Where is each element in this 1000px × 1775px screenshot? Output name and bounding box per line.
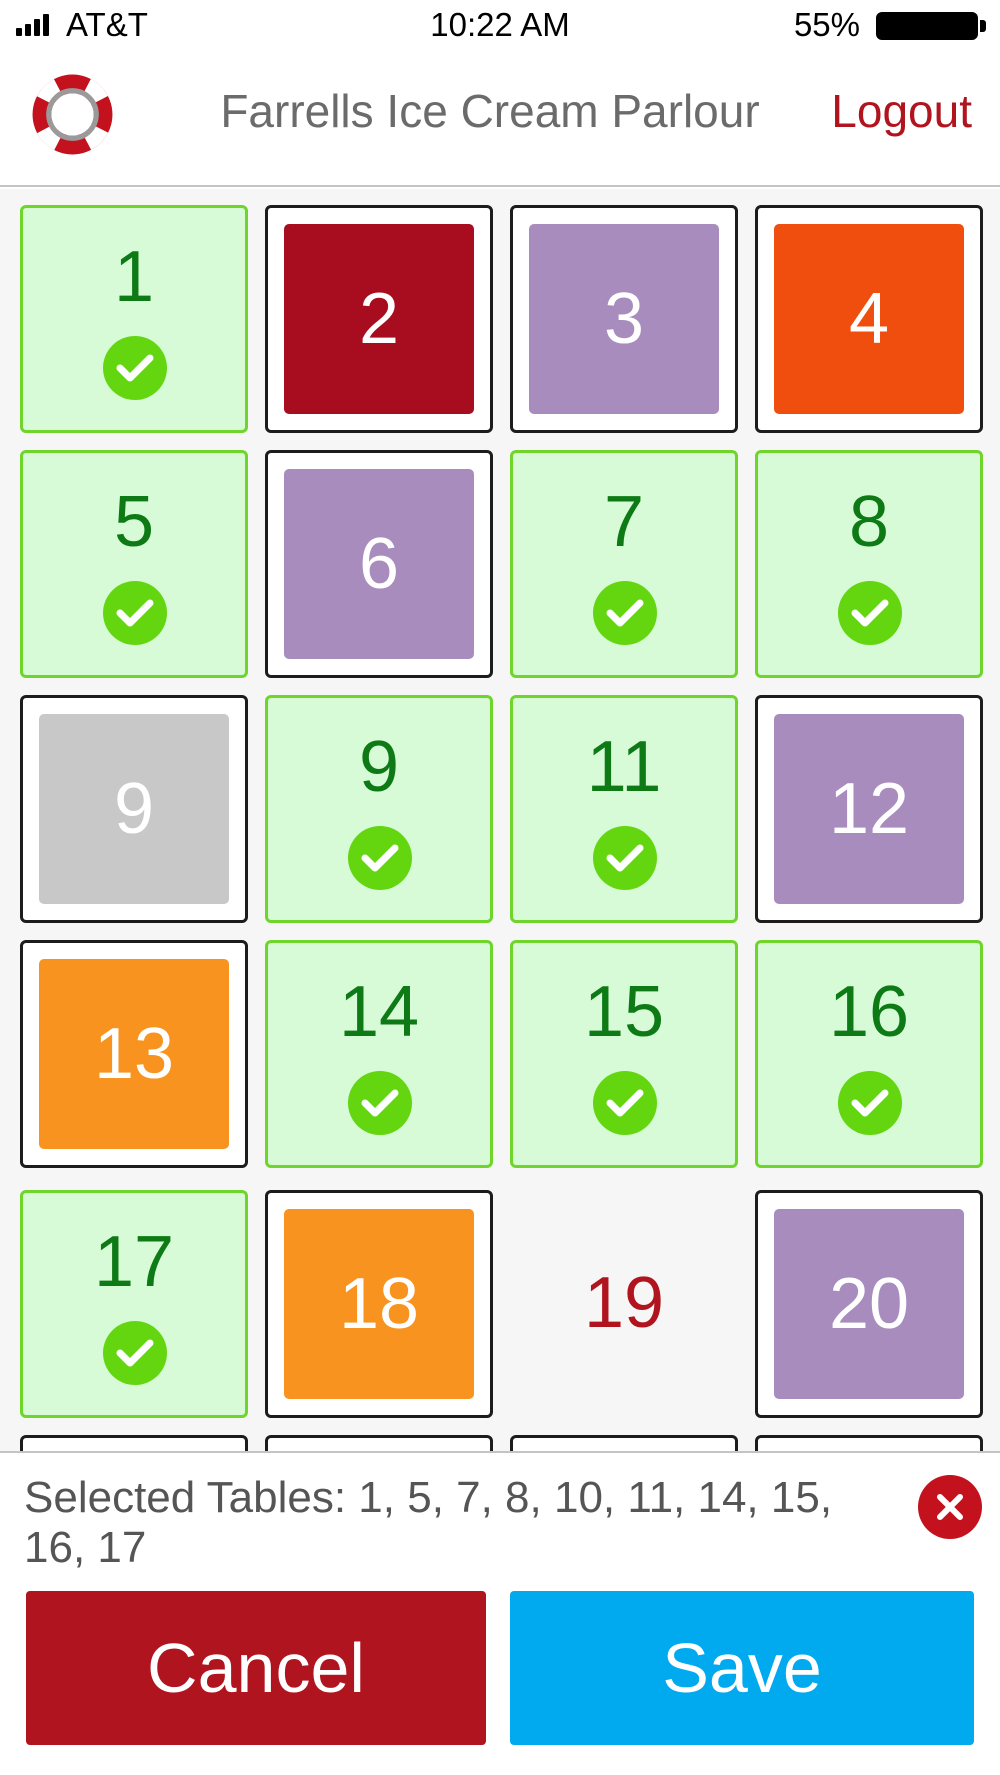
table-number: 1 [113,237,155,317]
checkmark-icon [593,581,657,645]
table-number: 2 [284,224,474,414]
table-tile[interactable]: 6 [265,450,493,678]
table-number: 7 [603,482,645,562]
table-number: 8 [848,482,890,562]
table-number: 6 [284,469,474,659]
table-tile[interactable]: 14 [265,940,493,1168]
table-tile[interactable]: 16 [755,940,983,1168]
checkmark-icon [348,826,412,890]
checkmark-icon [103,581,167,645]
checkmark-icon [593,826,657,890]
table-number: 9 [39,714,229,904]
table-tile-partial[interactable] [265,1435,493,1451]
table-tile[interactable]: 8 [755,450,983,678]
table-tile[interactable]: 20 [755,1190,983,1418]
table-number: 4 [774,224,964,414]
table-tile[interactable]: 7 [510,450,738,678]
table-tile[interactable]: 13 [20,940,248,1168]
checkmark-icon [103,336,167,400]
table-number: 19 [583,1263,665,1343]
selected-tables-summary: Selected Tables: 1, 5, 7, 8, 10, 11, 14,… [24,1473,833,1572]
table-tile[interactable]: 17 [20,1190,248,1418]
table-number: 14 [338,972,420,1052]
table-tile[interactable]: 9 [265,695,493,923]
battery-percent: 55% [793,6,860,43]
lifebuoy-icon [32,74,113,155]
table-tile-partial[interactable] [510,1435,738,1451]
table-number: 15 [583,972,665,1052]
page-title: Farrells Ice Cream Parlour [220,85,760,137]
table-tile[interactable]: 1 [20,205,248,433]
table-tile[interactable]: 11 [510,695,738,923]
table-number: 17 [93,1222,175,1302]
table-tile[interactable]: 2 [265,205,493,433]
app-header: Farrells Ice Cream Parlour Logout [0,52,1000,187]
table-number: 5 [113,482,155,562]
table-grid: 1 2 3 4 5 6 7 8 9 9 11 12 13 14 15 16 17 18 19 20 [0,189,1000,1451]
save-button[interactable]: Save [510,1591,974,1745]
checkmark-icon [838,581,902,645]
table-tile[interactable]: 15 [510,940,738,1168]
table-number: 20 [774,1209,964,1399]
table-tile[interactable]: 9 [20,695,248,923]
close-circle-icon [937,1494,963,1520]
table-tile[interactable]: 5 [20,450,248,678]
table-number: 11 [586,727,662,807]
table-tile[interactable]: 3 [510,205,738,433]
selection-footer: Selected Tables: 1, 5, 7, 8, 10, 11, 14,… [0,1451,1000,1775]
table-tile[interactable]: 4 [755,205,983,433]
clear-selection-button[interactable] [918,1475,982,1539]
table-number: 9 [358,727,400,807]
logout-link[interactable]: Logout [831,84,972,138]
table-tile[interactable]: 19 [510,1190,738,1418]
table-tile[interactable]: 18 [265,1190,493,1418]
table-tile-partial[interactable] [755,1435,983,1451]
table-tile-partial[interactable] [20,1435,248,1451]
cancel-button[interactable]: Cancel [26,1591,486,1745]
checkmark-icon [103,1321,167,1385]
table-tile[interactable]: 12 [755,695,983,923]
table-number: 16 [828,972,910,1052]
checkmark-icon [348,1071,412,1135]
table-number: 13 [39,959,229,1149]
checkmark-icon [838,1071,902,1135]
table-number: 18 [284,1209,474,1399]
checkmark-icon [593,1071,657,1135]
table-number: 3 [529,224,719,414]
battery-icon [876,12,986,40]
table-number: 12 [774,714,964,904]
status-bar: AT&T 10:22 AM 55% [0,0,1000,52]
